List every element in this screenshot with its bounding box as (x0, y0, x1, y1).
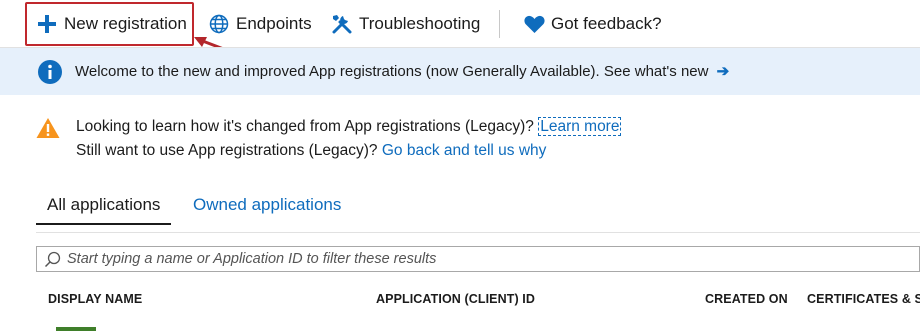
legacy-notice-text1: Looking to learn how it's changed from A… (76, 118, 534, 135)
filter-box (36, 246, 920, 272)
legacy-notice-text2: Still want to use App registrations (Leg… (76, 142, 378, 159)
column-application-id[interactable]: APPLICATION (CLIENT) ID (376, 292, 535, 306)
feedback-label: Got feedback? (551, 14, 662, 33)
endpoints-button[interactable]: Endpoints (208, 0, 312, 48)
info-banner[interactable]: Welcome to the new and improved App regi… (0, 48, 920, 95)
globe-icon (208, 13, 230, 35)
toolbar-divider (499, 10, 500, 38)
go-back-link[interactable]: Go back and tell us why (382, 142, 547, 159)
new-registration-button[interactable]: New registration (36, 0, 187, 48)
search-icon (44, 251, 61, 268)
troubleshooting-label: Troubleshooting (359, 14, 481, 33)
troubleshooting-button[interactable]: Troubleshooting (331, 0, 480, 48)
heart-icon (523, 13, 545, 35)
arrow-right-icon[interactable]: ➔ (717, 62, 730, 80)
legacy-notice-line1: Looking to learn how it's changed from A… (76, 117, 622, 136)
legacy-notice-line2: Still want to use App registrations (Leg… (76, 142, 546, 160)
column-created-on[interactable]: CREATED ON (705, 292, 788, 306)
table-header: DISPLAY NAME APPLICATION (CLIENT) ID CRE… (0, 292, 920, 312)
column-certificates-secrets[interactable]: CERTIFICATES & SE (807, 292, 920, 306)
info-icon (38, 60, 62, 84)
learn-more-link[interactable]: Learn more (538, 117, 622, 136)
endpoints-label: Endpoints (236, 14, 312, 33)
table-row[interactable] (48, 327, 920, 331)
command-bar: New registration Endpoints Troubleshooti… (0, 0, 920, 58)
tools-icon (331, 13, 353, 35)
banner-message: Welcome to the new and improved App regi… (75, 62, 729, 80)
new-registration-label: New registration (64, 14, 187, 33)
banner-text: Welcome to the new and improved App regi… (75, 63, 709, 80)
feedback-button[interactable]: Got feedback? (523, 0, 662, 48)
plus-icon (36, 13, 58, 35)
column-display-name[interactable]: DISPLAY NAME (48, 292, 142, 306)
tab-all-applications[interactable]: All applications (35, 195, 172, 225)
app-avatar (56, 327, 96, 331)
warning-icon (36, 118, 60, 138)
tab-owned-applications[interactable]: Owned applications (193, 195, 341, 225)
tabs-divider (36, 232, 920, 233)
search-input[interactable] (67, 247, 907, 271)
